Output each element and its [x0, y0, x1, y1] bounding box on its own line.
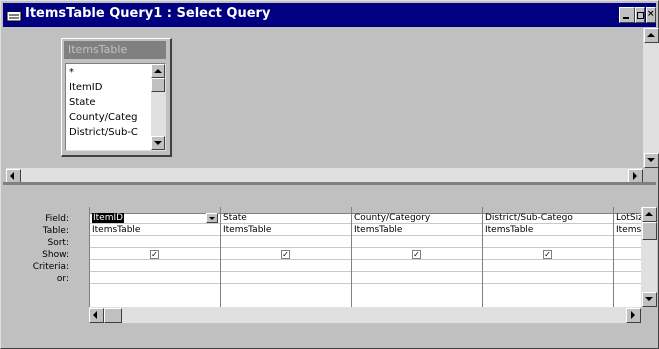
field-list-scrollbar[interactable] — [151, 64, 165, 150]
row-label-sort: Sort: — [47, 238, 69, 248]
field-cell[interactable]: State — [221, 213, 351, 224]
grid-column[interactable]: District/Sub-Catego ItemsTable ✓ — [483, 207, 614, 307]
show-checkbox[interactable]: ✓ — [543, 250, 552, 259]
grid-hscroll[interactable] — [89, 307, 641, 323]
table-cell[interactable]: ItemsTable — [483, 225, 613, 236]
arrow-left-icon — [10, 172, 14, 180]
row-label-or: or: — [56, 274, 69, 284]
criteria-cell[interactable] — [614, 261, 642, 272]
arrow-right-icon — [631, 311, 635, 319]
or-cell[interactable] — [614, 273, 642, 284]
row-label-table: Table: — [42, 226, 69, 236]
show-checkbox[interactable]: ✓ — [412, 250, 421, 259]
arrow-down-icon — [154, 141, 162, 145]
scroll-up-button[interactable] — [642, 207, 657, 222]
title-bar[interactable]: ItemsTable Query1 : Select Query × — [3, 3, 656, 27]
field-list-window[interactable]: ItemsTable * ItemID State County/Categ D… — [61, 38, 172, 157]
sort-cell[interactable] — [90, 237, 220, 248]
field-list-item[interactable]: State — [69, 96, 149, 110]
table-cell[interactable]: ItemsTable — [352, 225, 482, 236]
scroll-up-button[interactable] — [644, 28, 659, 43]
field-cell[interactable]: ItemID — [90, 213, 220, 224]
scroll-down-button[interactable] — [642, 292, 657, 307]
field-list[interactable]: * ItemID State County/Categ District/Sub… — [65, 63, 166, 151]
arrow-right-icon — [633, 172, 637, 180]
or-cell[interactable] — [90, 273, 220, 284]
scroll-down-button[interactable] — [151, 136, 165, 150]
restore-icon — [637, 12, 644, 19]
minimize-button[interactable] — [619, 7, 635, 23]
window-title: ItemsTable Query1 : Select Query — [25, 6, 271, 21]
query-window: ItemsTable Query1 : Select Query × Items… — [0, 0, 659, 349]
field-list-item[interactable]: ItemID — [69, 81, 149, 95]
table-cell[interactable]: ItemsTable — [221, 225, 351, 236]
show-checkbox[interactable]: ✓ — [150, 250, 159, 259]
show-cell[interactable]: ✓ — [352, 249, 482, 260]
query-design-icon — [6, 8, 22, 22]
grid-column[interactable]: State ItemsTable ✓ — [221, 207, 352, 307]
scroll-left-button[interactable] — [89, 308, 104, 323]
scroll-thumb[interactable] — [151, 78, 165, 92]
grid-column[interactable]: LotSize ItemsT — [614, 207, 642, 307]
minimize-icon — [623, 17, 629, 19]
grid-column[interactable]: ItemID ItemsTable ✓ — [90, 207, 221, 307]
table-cell[interactable]: ItemsTable — [90, 225, 220, 236]
sort-cell[interactable] — [221, 237, 351, 248]
chevron-down-icon — [209, 217, 215, 220]
field-cell[interactable]: County/Category — [352, 213, 482, 224]
arrow-down-icon — [645, 297, 653, 301]
field-list-item[interactable]: District/Sub-C — [69, 126, 149, 140]
arrow-up-icon — [154, 69, 162, 73]
sort-cell[interactable] — [352, 237, 482, 248]
scroll-thumb[interactable] — [104, 308, 122, 323]
pane-splitter[interactable] — [3, 182, 656, 185]
query-design-grid[interactable]: ItemID ItemsTable ✓ State ItemsTable ✓ C… — [89, 207, 642, 307]
field-cell[interactable]: District/Sub-Catego — [483, 213, 613, 224]
arrow-up-icon — [647, 33, 655, 37]
scroll-up-button[interactable] — [151, 64, 165, 78]
show-checkbox[interactable]: ✓ — [281, 250, 290, 259]
or-cell[interactable] — [221, 273, 351, 284]
sort-cell[interactable] — [614, 237, 642, 248]
scroll-thumb[interactable] — [642, 222, 657, 240]
field-dropdown-button[interactable] — [206, 213, 218, 223]
field-list-title[interactable]: ItemsTable — [64, 41, 166, 59]
design-grid-pane: Field: Table: Sort: Show: Criteria: or: … — [3, 187, 657, 345]
show-cell[interactable] — [614, 249, 642, 260]
row-label-criteria: Criteria: — [32, 262, 69, 272]
show-cell[interactable]: ✓ — [221, 249, 351, 260]
arrow-left-icon — [93, 311, 97, 319]
or-cell[interactable] — [352, 273, 482, 284]
arrow-up-icon — [645, 212, 653, 216]
show-cell[interactable]: ✓ — [483, 249, 613, 260]
table-pane: ItemsTable * ItemID State County/Categ D… — [6, 28, 659, 184]
field-list-item[interactable]: County/Categ — [69, 111, 149, 125]
criteria-cell[interactable] — [90, 261, 220, 272]
criteria-cell[interactable] — [352, 261, 482, 272]
row-label-field: Field: — [45, 214, 69, 224]
field-value: ItemID — [92, 213, 125, 223]
row-label-show: Show: — [42, 250, 69, 260]
close-icon: × — [647, 9, 655, 19]
grid-vscroll[interactable] — [641, 207, 657, 307]
criteria-cell[interactable] — [483, 261, 613, 272]
grid-column[interactable]: County/Category ItemsTable ✓ — [352, 207, 483, 307]
or-cell[interactable] — [483, 273, 613, 284]
scroll-right-button[interactable] — [626, 308, 641, 323]
scroll-down-button[interactable] — [644, 153, 659, 168]
arrow-down-icon — [647, 158, 655, 162]
close-button[interactable]: × — [646, 7, 656, 23]
restore-button[interactable] — [635, 7, 645, 23]
show-cell[interactable]: ✓ — [90, 249, 220, 260]
table-cell[interactable]: ItemsT — [614, 225, 642, 236]
field-cell[interactable]: LotSize — [614, 213, 642, 224]
sort-cell[interactable] — [483, 237, 613, 248]
table-pane-vscroll[interactable] — [643, 28, 659, 168]
criteria-cell[interactable] — [221, 261, 351, 272]
field-list-item[interactable]: * — [69, 66, 149, 80]
